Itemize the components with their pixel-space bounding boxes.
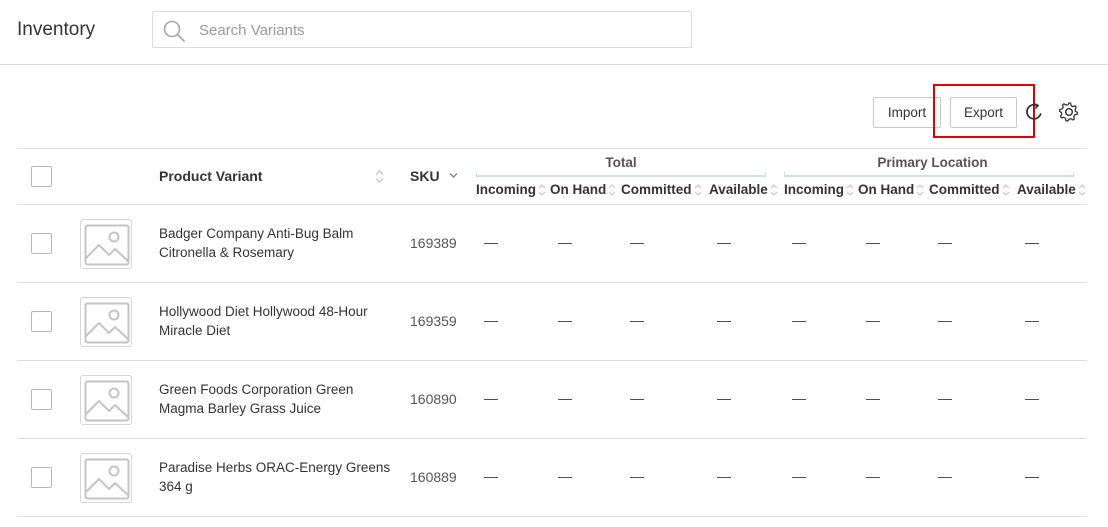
- chevron-down-icon[interactable]: [449, 172, 458, 179]
- select-all-checkbox[interactable]: [31, 166, 52, 187]
- sort-icon[interactable]: [375, 169, 384, 184]
- primary-incoming-value: —: [792, 468, 806, 484]
- total-incoming-header[interactable]: Incoming: [476, 182, 546, 197]
- sort-icon: [538, 183, 546, 196]
- product-image-placeholder: [80, 375, 132, 425]
- row-checkbox[interactable]: [31, 467, 52, 488]
- export-button[interactable]: Export: [950, 97, 1017, 128]
- sku-value: 160890: [410, 391, 457, 407]
- total-on-hand-header[interactable]: On Hand: [550, 182, 616, 197]
- primary-incoming-value: —: [792, 234, 806, 250]
- total-incoming-value: —: [484, 234, 498, 250]
- primary-on-hand-value: —: [866, 468, 880, 484]
- gear-icon[interactable]: [1058, 101, 1080, 123]
- total-committed-value: —: [630, 390, 644, 406]
- total-on-hand-value: —: [558, 312, 572, 328]
- table-row[interactable]: Green Foods Corporation Green Magma Barle…: [17, 361, 1087, 439]
- total-committed-value: —: [630, 234, 644, 250]
- product-image-placeholder: [80, 453, 132, 503]
- total-committed-value: —: [630, 468, 644, 484]
- row-checkbox[interactable]: [31, 389, 52, 410]
- total-available-value: —: [717, 468, 731, 484]
- total-on-hand-value: —: [558, 390, 572, 406]
- row-checkbox[interactable]: [31, 311, 52, 332]
- total-on-hand-value: —: [558, 234, 572, 250]
- sort-icon: [608, 183, 616, 196]
- product-variant-name[interactable]: Paradise Herbs ORAC-Energy Greens 364 g: [159, 458, 399, 496]
- image-placeholder-icon: [84, 380, 130, 422]
- image-placeholder-icon: [84, 458, 130, 500]
- primary-available-value: —: [1025, 390, 1039, 406]
- product-variant-name[interactable]: Badger Company Anti-Bug Balm Citronella &…: [159, 224, 399, 262]
- primary-committed-value: —: [938, 234, 952, 250]
- total-committed-header[interactable]: Committed: [621, 182, 702, 197]
- search-box[interactable]: [152, 11, 692, 48]
- primary-available-value: —: [1025, 468, 1039, 484]
- sku-value: 169359: [410, 313, 457, 329]
- sku-header[interactable]: SKU: [410, 168, 440, 184]
- primary-committed-value: —: [938, 468, 952, 484]
- sku-value: 169389: [410, 235, 457, 251]
- total-group-line: [476, 172, 766, 178]
- total-on-hand-value: —: [558, 468, 572, 484]
- top-bar: Inventory: [0, 0, 1108, 65]
- sort-icon: [770, 183, 778, 196]
- image-placeholder-icon: [84, 302, 130, 344]
- primary-incoming-value: —: [792, 312, 806, 328]
- primary-on-hand-value: —: [866, 390, 880, 406]
- total-available-value: —: [717, 390, 731, 406]
- sort-icon: [694, 183, 701, 196]
- primary-location-group-header: Primary Location: [877, 155, 988, 170]
- primary-committed-header[interactable]: Committed: [929, 182, 1010, 197]
- product-image-placeholder: [80, 219, 132, 269]
- primary-on-hand-header[interactable]: On Hand: [858, 182, 924, 197]
- total-committed-value: —: [630, 312, 644, 328]
- sort-icon: [916, 183, 924, 196]
- search-input[interactable]: [197, 18, 677, 42]
- primary-on-hand-value: —: [866, 234, 880, 250]
- product-variant-name[interactable]: Green Foods Corporation Green Magma Barle…: [159, 380, 399, 418]
- product-image-placeholder: [80, 297, 132, 347]
- table-top-border: [17, 148, 1087, 149]
- image-placeholder-icon: [84, 224, 130, 266]
- primary-available-value: —: [1025, 234, 1039, 250]
- product-variant-name[interactable]: Hollywood Diet Hollywood 48-Hour Miracle …: [159, 302, 399, 340]
- total-group-header: Total: [605, 155, 637, 170]
- sort-icon: [1002, 183, 1009, 196]
- total-available-value: —: [717, 234, 731, 250]
- table-row[interactable]: Hollywood Diet Hollywood 48-Hour Miracle …: [17, 283, 1087, 361]
- primary-available-header[interactable]: Available: [1017, 182, 1086, 197]
- total-incoming-value: —: [484, 312, 498, 328]
- primary-committed-value: —: [938, 312, 952, 328]
- table-row[interactable]: Paradise Herbs ORAC-Energy Greens 364 g 1…: [17, 439, 1087, 517]
- refresh-icon[interactable]: [1024, 102, 1044, 122]
- import-button[interactable]: Import: [873, 97, 941, 128]
- primary-incoming-value: —: [792, 390, 806, 406]
- sku-value: 160889: [410, 469, 457, 485]
- primary-available-value: —: [1025, 312, 1039, 328]
- table-row[interactable]: Badger Company Anti-Bug Balm Citronella &…: [17, 205, 1087, 283]
- product-variant-header[interactable]: Product Variant: [159, 168, 262, 184]
- primary-on-hand-value: —: [866, 312, 880, 328]
- search-icon: [163, 20, 185, 42]
- total-incoming-value: —: [484, 390, 498, 406]
- page-title: Inventory: [17, 19, 96, 40]
- total-available-header[interactable]: Available: [709, 182, 778, 197]
- primary-incoming-header[interactable]: Incoming: [784, 182, 854, 197]
- total-incoming-value: —: [484, 468, 498, 484]
- primary-location-group-line: [784, 172, 1074, 178]
- primary-committed-value: —: [938, 390, 952, 406]
- sort-icon: [846, 183, 854, 196]
- row-checkbox[interactable]: [31, 233, 52, 254]
- total-available-value: —: [717, 312, 731, 328]
- sort-icon: [1078, 183, 1086, 196]
